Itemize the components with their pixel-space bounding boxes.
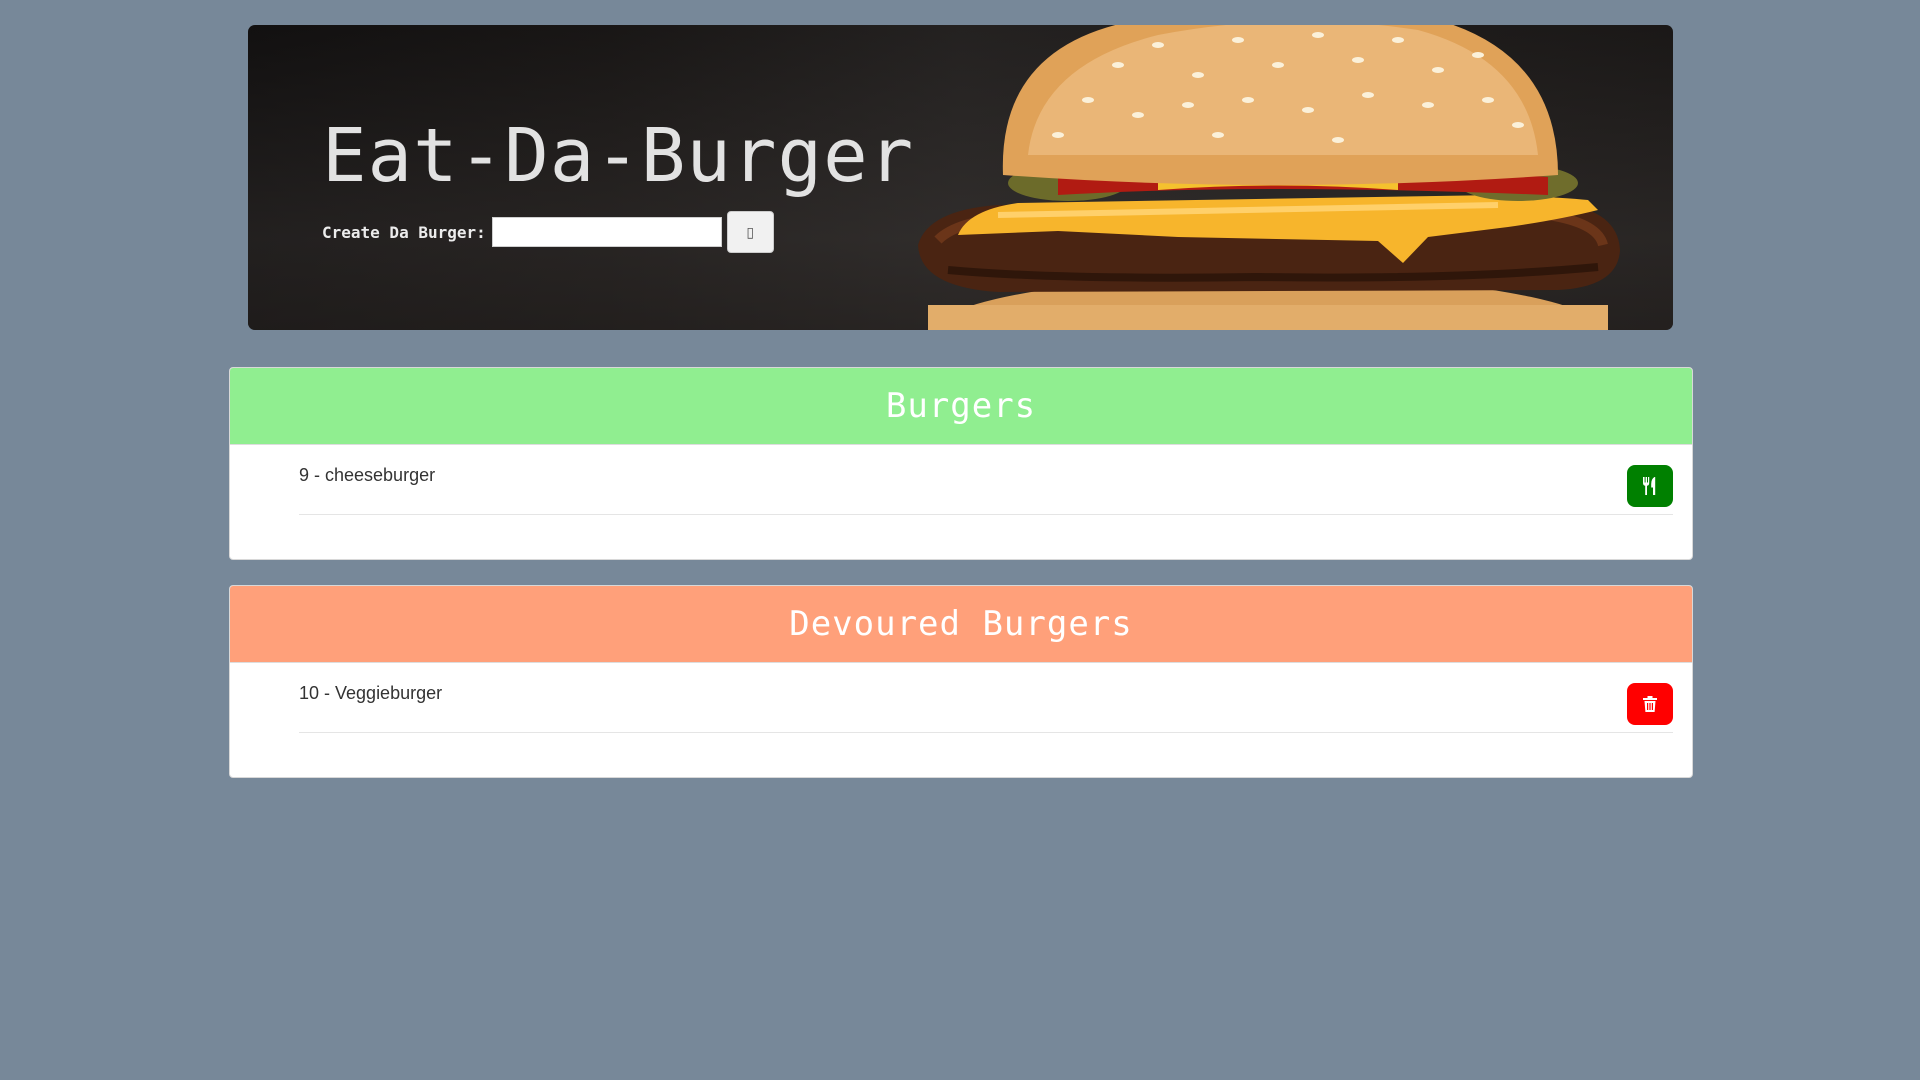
devoured-panel-heading: Devoured Burgers — [230, 586, 1692, 663]
burgers-panel-title: Burgers — [885, 386, 1037, 426]
missing-glyph-icon: ▯ — [746, 223, 755, 240]
burger-image — [918, 25, 1620, 330]
page-title: Eat-Da-Burger — [322, 113, 915, 199]
utensils-icon — [1643, 477, 1656, 495]
devoured-list: 10 - Veggieburger — [230, 663, 1692, 777]
devoured-panel: Devoured Burgers 10 - Veggieburger — [229, 585, 1693, 778]
burgers-panel: Burgers 9 - cheeseburger — [229, 367, 1693, 560]
devour-button[interactable] — [1627, 465, 1673, 507]
burgers-list: 9 - cheeseburger — [230, 445, 1692, 559]
burger-name: 9 - cheeseburger — [299, 465, 436, 485]
burgers-panel-heading: Burgers — [230, 368, 1692, 445]
submit-burger-button[interactable]: ▯ — [726, 211, 774, 253]
burger-name-input[interactable] — [491, 217, 722, 247]
create-burger-form: Create Da Burger: ▯ — [322, 211, 774, 253]
delete-button[interactable] — [1627, 683, 1673, 725]
trash-icon — [1643, 696, 1657, 712]
devoured-panel-title: Devoured Burgers — [789, 604, 1133, 644]
list-item: 10 - Veggieburger — [299, 663, 1673, 733]
list-item: 9 - cheeseburger — [299, 445, 1673, 515]
burger-name: 10 - Veggieburger — [299, 683, 443, 703]
hero-banner: Eat-Da-Burger Create Da Burger: ▯ — [248, 25, 1673, 330]
create-burger-label: Create Da Burger: — [322, 222, 486, 242]
